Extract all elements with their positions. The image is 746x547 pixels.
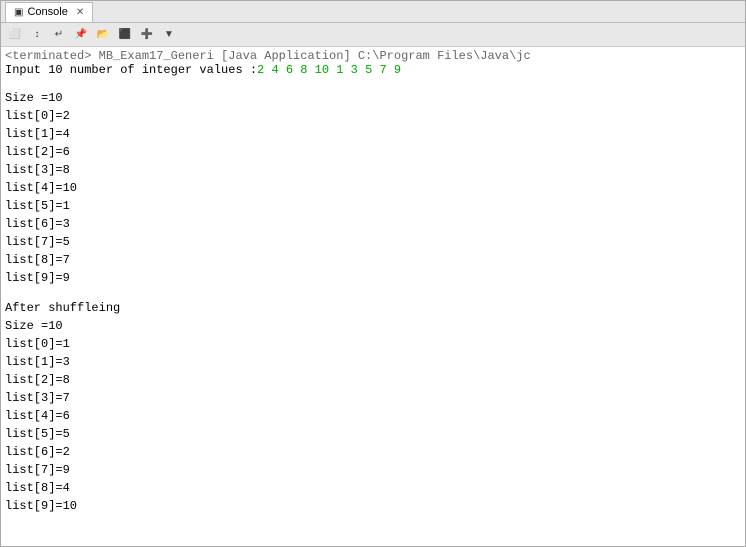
scroll-lock-button[interactable]: ↕ [27,26,47,44]
after-shuffle-header: After shuffleing [5,299,741,317]
before-item-3: list[3]=8 [5,161,741,179]
open-file-button[interactable]: 📂 [93,26,113,44]
terminated-header: <terminated> MB_Exam17_Generi [Java Appl… [5,49,741,63]
input-line: Input 10 number of integer values :2 4 6… [5,63,741,77]
console-icon: ▣ [14,7,23,18]
after-item-0: list[0]=1 [5,335,741,353]
before-item-5: list[5]=1 [5,197,741,215]
before-item-2: list[2]=6 [5,143,741,161]
pin-console-button[interactable]: 📌 [71,26,91,44]
after-item-2: list[2]=8 [5,371,741,389]
before-item-1: list[1]=4 [5,125,741,143]
after-size-line: Size =10 [5,317,741,335]
after-item-5: list[5]=5 [5,425,741,443]
before-shuffle-block: Size =10 list[0]=2 list[1]=4 list[2]=6 l… [5,89,741,287]
before-item-6: list[6]=3 [5,215,741,233]
after-shuffle-block: After shuffleing Size =10 list[0]=1 list… [5,299,741,515]
console-tab-label: Console [27,6,67,18]
spacer-2 [5,287,741,299]
after-item-1: list[1]=3 [5,353,741,371]
after-item-4: list[4]=6 [5,407,741,425]
terminate-button[interactable]: ⬛ [115,26,135,44]
console-toolbar: ⬜ ↕ ↵ 📌 📂 ⬛ ➕ ▼ [1,23,745,47]
after-item-7: list[7]=9 [5,461,741,479]
before-item-9: list[9]=9 [5,269,741,287]
display-selected-button[interactable]: ▼ [159,26,179,44]
eclipse-console-window: ▣ Console ✕ ⬜ ↕ ↵ 📌 📂 ⬛ ➕ ▼ <terminated>… [0,0,746,547]
before-item-0: list[0]=2 [5,107,741,125]
spacer-1 [5,77,741,89]
new-console-button[interactable]: ➕ [137,26,157,44]
before-item-4: list[4]=10 [5,179,741,197]
tab-bar: ▣ Console ✕ [1,1,745,23]
word-wrap-button[interactable]: ↵ [49,26,69,44]
after-item-3: list[3]=7 [5,389,741,407]
input-values: 2 4 6 8 10 1 3 5 7 9 [257,63,401,77]
console-tab[interactable]: ▣ Console ✕ [5,2,93,22]
before-item-8: list[8]=7 [5,251,741,269]
console-output: <terminated> MB_Exam17_Generi [Java Appl… [1,47,745,546]
after-item-6: list[6]=2 [5,443,741,461]
tab-close-button[interactable]: ✕ [76,7,84,18]
clear-console-button[interactable]: ⬜ [5,26,25,44]
input-label: Input 10 number of integer values : [5,63,257,77]
before-size-line: Size =10 [5,89,741,107]
before-item-7: list[7]=5 [5,233,741,251]
after-item-9: list[9]=10 [5,497,741,515]
after-item-8: list[8]=4 [5,479,741,497]
